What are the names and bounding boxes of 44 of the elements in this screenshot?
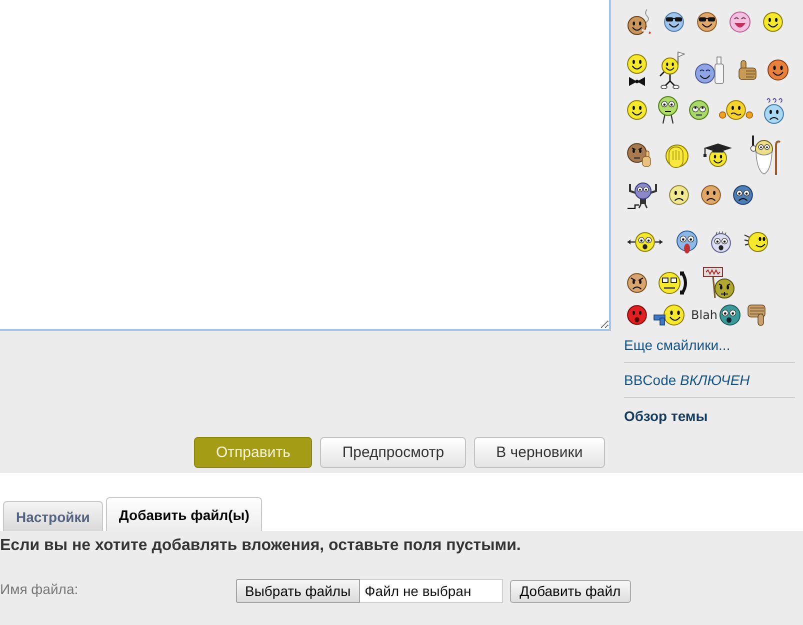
crazy-smiley-icon[interactable] <box>627 232 663 252</box>
confused-smiley-icon[interactable] <box>763 96 785 124</box>
sunglasses-smiley-icon[interactable] <box>697 12 717 32</box>
save-draft-button[interactable]: В черновики <box>474 437 605 468</box>
graduate-smiley-icon[interactable] <box>703 143 733 167</box>
facepalm-smiley-icon[interactable] <box>665 142 689 168</box>
sign-holding-smiley-icon[interactable] <box>701 267 735 299</box>
smiley-with-legs-icon[interactable] <box>657 96 679 124</box>
angry-smiley-icon[interactable] <box>627 273 647 293</box>
file-status-field[interactable]: Файл не выбран <box>360 579 503 603</box>
smiley-icon[interactable] <box>627 100 647 120</box>
bbcode-status-link[interactable]: BBCode ВКЛЮЧЕН <box>624 371 750 389</box>
file-name-label: Имя файла: <box>0 581 80 597</box>
cheering-smiley-icon[interactable] <box>657 51 685 89</box>
grinning-smiley-icon[interactable] <box>767 59 789 81</box>
running-smiley-icon[interactable] <box>744 230 768 254</box>
laughing-smiley-icon[interactable] <box>729 11 751 33</box>
flexing-smiley-icon[interactable] <box>627 181 657 209</box>
settings-tab[interactable]: Настройки <box>3 501 103 531</box>
pointing-smiley-icon[interactable] <box>627 143 651 167</box>
smiley-with-bottle-icon[interactable] <box>695 56 725 84</box>
talking-smiley-icon[interactable] <box>718 304 741 326</box>
furious-smiley-icon[interactable] <box>627 304 647 326</box>
bowtie-smiley-icon[interactable] <box>627 54 647 86</box>
shooting-smiley-icon[interactable] <box>653 304 685 326</box>
worried-smiley-icon[interactable] <box>733 185 753 205</box>
add-files-tab[interactable]: Добавить файл(ы) <box>106 497 262 531</box>
attachment-hint-text: Если вы не хотите добавлять вложения, оставьте поля пустыми. <box>0 536 522 556</box>
smoking-smiley-icon[interactable] <box>627 9 651 35</box>
add-file-button[interactable]: Добавить файл <box>510 580 631 602</box>
smiley-icon[interactable] <box>763 12 783 32</box>
phone-smiley-icon[interactable] <box>658 271 690 295</box>
sunglasses-smiley-icon[interactable] <box>663 12 685 32</box>
preview-button[interactable]: Предпросмотр <box>320 437 466 468</box>
sad-smiley-icon[interactable] <box>669 185 689 205</box>
smiley-caption[interactable]: Blah <box>691 308 718 322</box>
frowning-smiley-icon[interactable] <box>701 185 721 205</box>
topic-review-link[interactable]: Обзор темы <box>624 407 708 425</box>
shrugging-smiley-icon[interactable] <box>719 100 753 120</box>
shocked-smiley-icon[interactable] <box>711 231 731 253</box>
choose-files-button[interactable]: Выбрать файлы <box>236 579 360 603</box>
more-smileys-link[interactable]: Еще смайлики... <box>624 336 730 354</box>
scared-smiley-icon[interactable] <box>676 230 698 254</box>
eye-rolling-smiley-icon[interactable] <box>689 100 709 120</box>
